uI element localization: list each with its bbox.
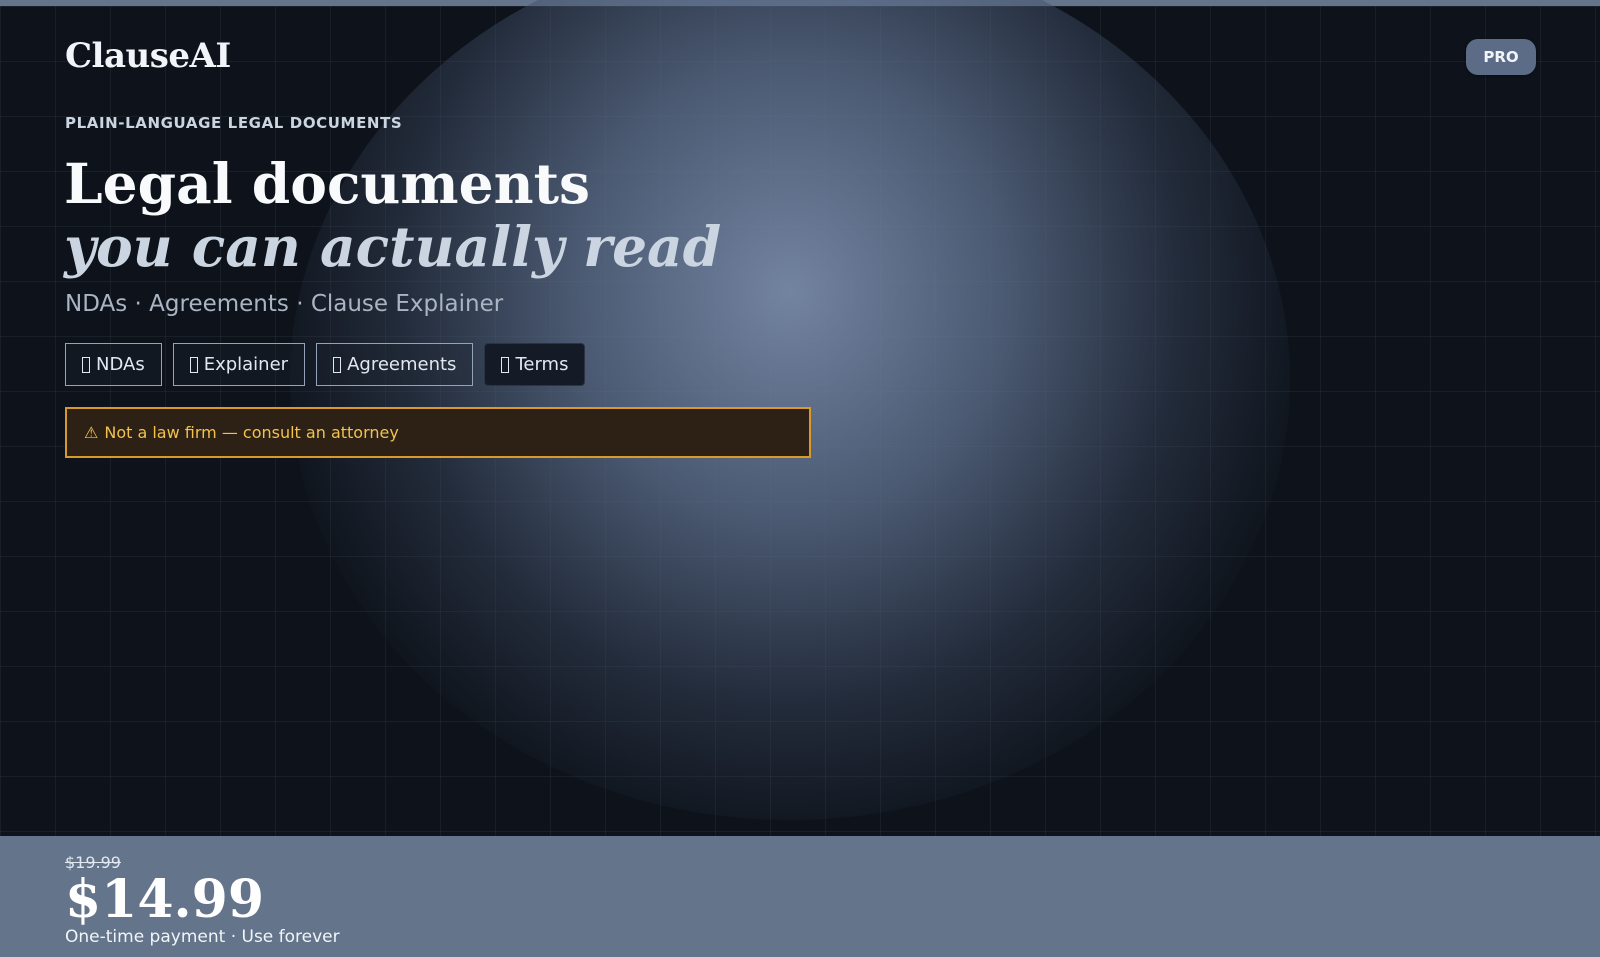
warning-icon: ⚠	[84, 423, 99, 442]
tab-explainer[interactable]: Explainer	[172, 343, 306, 386]
tab-agreements[interactable]: Agreements	[316, 343, 474, 386]
hero-eyebrow: PLAIN-LANGUAGE LEGAL DOCUMENTS	[65, 114, 403, 132]
disclaimer-text: Not a law firm — consult an attorney	[104, 423, 399, 442]
hero-subtitle: NDAs · Agreements · Clause Explainer	[65, 291, 504, 317]
document-icon	[189, 356, 198, 373]
tab-ndas[interactable]: NDAs	[65, 343, 162, 386]
document-icon	[501, 356, 510, 373]
current-price: $14.99	[65, 869, 265, 930]
page: ClauseAI PRO PLAIN-LANGUAGE LEGAL DOCUME…	[0, 0, 1600, 957]
document-icon	[333, 356, 342, 373]
hero-headline-line1: Legal documents	[64, 151, 590, 216]
tab-label: Agreements	[347, 354, 457, 375]
document-icon	[82, 356, 90, 373]
feature-tabs: NDAs Explainer Agreements Terms	[65, 343, 586, 386]
disclaimer-banner: ⚠ Not a law firm — consult an attorney	[65, 407, 811, 458]
hero-headline: Legal documents you can actually read	[64, 152, 721, 278]
hero-headline-line2: you can actually read	[64, 214, 722, 279]
tab-label: Terms	[515, 354, 569, 375]
tab-terms[interactable]: Terms	[484, 343, 586, 386]
tab-label: Explainer	[203, 354, 289, 375]
brand-logo[interactable]: ClauseAI	[65, 36, 231, 76]
tab-label: NDAs	[96, 354, 145, 375]
price-note: One-time payment · Use forever	[65, 927, 340, 947]
pro-badge[interactable]: PRO	[1466, 39, 1536, 75]
